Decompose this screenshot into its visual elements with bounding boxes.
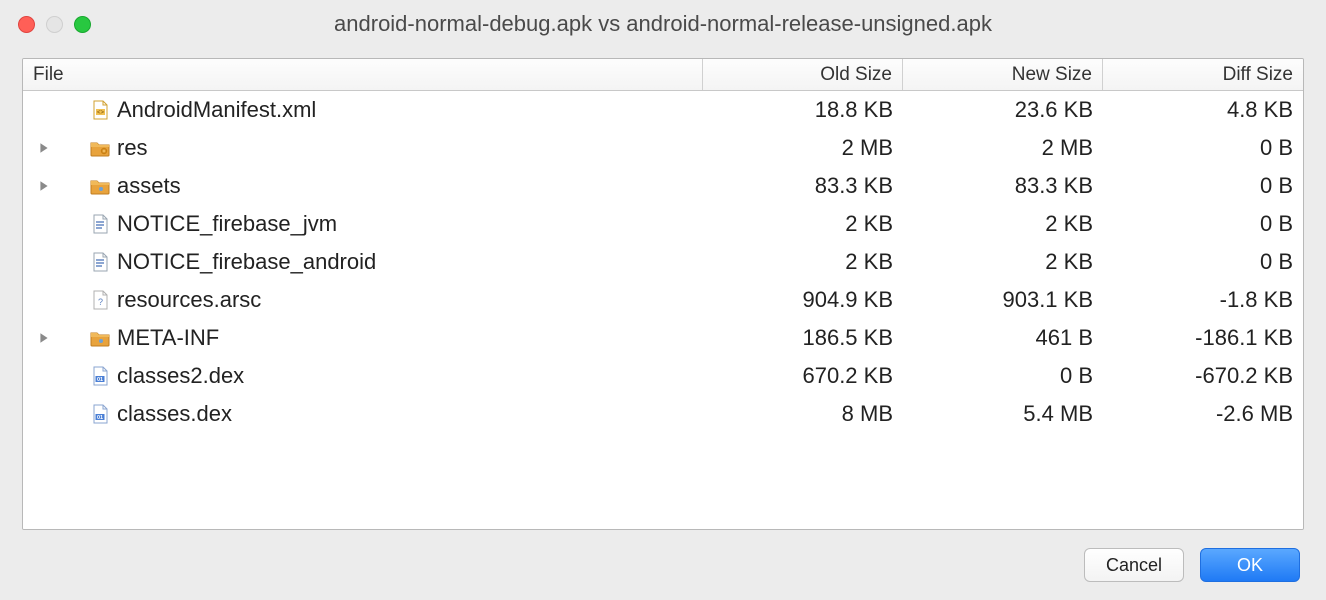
- file-name: AndroidManifest.xml: [117, 97, 316, 123]
- new-size-cell: 83.3 KB: [903, 173, 1103, 199]
- file-name: assets: [117, 173, 181, 199]
- diff-size-cell: 0 B: [1103, 135, 1303, 161]
- cancel-button[interactable]: Cancel: [1084, 548, 1184, 582]
- svg-text:?: ?: [98, 297, 103, 307]
- xml-icon: <>: [89, 99, 111, 121]
- old-size-cell: 2 MB: [703, 135, 903, 161]
- window-controls: [18, 16, 91, 33]
- file-name: classes.dex: [117, 401, 232, 427]
- diff-size-cell: -2.6 MB: [1103, 401, 1303, 427]
- table-row[interactable]: 01 classes.dex 8 MB5.4 MB-2.6 MB: [23, 395, 1303, 433]
- svg-text:01: 01: [97, 377, 103, 383]
- svg-text:01: 01: [97, 415, 103, 421]
- diff-size-cell: -670.2 KB: [1103, 363, 1303, 389]
- table-row[interactable]: NOTICE_firebase_android2 KB2 KB0 B: [23, 243, 1303, 281]
- diff-size-cell: 0 B: [1103, 249, 1303, 275]
- ok-button[interactable]: OK: [1200, 548, 1300, 582]
- old-size-cell: 18.8 KB: [703, 97, 903, 123]
- dialog-buttons: Cancel OK: [0, 530, 1326, 600]
- old-size-cell: 670.2 KB: [703, 363, 903, 389]
- table-header: File Old Size New Size Diff Size: [23, 59, 1303, 91]
- file-name: res: [117, 135, 148, 161]
- diff-size-cell: 0 B: [1103, 173, 1303, 199]
- text-icon: [89, 213, 111, 235]
- file-name: META-INF: [117, 325, 219, 351]
- column-header-old-size[interactable]: Old Size: [703, 59, 903, 90]
- diff-size-cell: 0 B: [1103, 211, 1303, 237]
- close-button[interactable]: [18, 16, 35, 33]
- old-size-cell: 904.9 KB: [703, 287, 903, 313]
- file-name: classes2.dex: [117, 363, 244, 389]
- new-size-cell: 461 B: [903, 325, 1103, 351]
- diff-size-cell: -186.1 KB: [1103, 325, 1303, 351]
- dialog-window: android-normal-debug.apk vs android-norm…: [0, 0, 1326, 600]
- old-size-cell: 186.5 KB: [703, 325, 903, 351]
- file-cell: META-INF: [23, 325, 703, 351]
- table-row[interactable]: res2 MB2 MB0 B: [23, 129, 1303, 167]
- table-row[interactable]: NOTICE_firebase_jvm2 KB2 KB0 B: [23, 205, 1303, 243]
- new-size-cell: 903.1 KB: [903, 287, 1103, 313]
- table-row[interactable]: 01 classes2.dex 670.2 KB0 B-670.2 KB: [23, 357, 1303, 395]
- new-size-cell: 2 MB: [903, 135, 1103, 161]
- folder-icon: [89, 327, 111, 349]
- old-size-cell: 8 MB: [703, 401, 903, 427]
- file-cell: 01 classes2.dex: [23, 363, 703, 389]
- file-name: NOTICE_firebase_android: [117, 249, 376, 275]
- folder-res-icon: [89, 137, 111, 159]
- table-body: <> AndroidManifest.xml 18.8 KB23.6 KB4.8 K…: [23, 91, 1303, 529]
- dex-icon: 01: [89, 403, 111, 425]
- expand-icon[interactable]: [33, 332, 55, 344]
- new-size-cell: 2 KB: [903, 211, 1103, 237]
- table-row[interactable]: <> AndroidManifest.xml 18.8 KB23.6 KB4.8 K…: [23, 91, 1303, 129]
- text-icon: [89, 251, 111, 273]
- column-header-file[interactable]: File: [23, 59, 703, 90]
- file-cell: 01 classes.dex: [23, 401, 703, 427]
- expand-icon[interactable]: [33, 142, 55, 154]
- file-name: resources.arsc: [117, 287, 261, 313]
- file-cell: assets: [23, 173, 703, 199]
- column-header-diff-size[interactable]: Diff Size: [1103, 59, 1303, 90]
- file-cell: ? resources.arsc: [23, 287, 703, 313]
- old-size-cell: 2 KB: [703, 211, 903, 237]
- file-cell: res: [23, 135, 703, 161]
- table-row[interactable]: assets83.3 KB83.3 KB0 B: [23, 167, 1303, 205]
- diff-size-cell: 4.8 KB: [1103, 97, 1303, 123]
- svg-text:<>: <>: [97, 110, 105, 116]
- zoom-button[interactable]: [74, 16, 91, 33]
- table-row[interactable]: META-INF 186.5 KB461 B-186.1 KB: [23, 319, 1303, 357]
- file-name: NOTICE_firebase_jvm: [117, 211, 337, 237]
- new-size-cell: 5.4 MB: [903, 401, 1103, 427]
- new-size-cell: 0 B: [903, 363, 1103, 389]
- table-row[interactable]: ? resources.arsc 904.9 KB903.1 KB-1.8 KB: [23, 281, 1303, 319]
- new-size-cell: 23.6 KB: [903, 97, 1103, 123]
- new-size-cell: 2 KB: [903, 249, 1103, 275]
- minimize-button[interactable]: [46, 16, 63, 33]
- titlebar: android-normal-debug.apk vs android-norm…: [0, 0, 1326, 48]
- file-cell: NOTICE_firebase_jvm: [23, 211, 703, 237]
- table-container: File Old Size New Size Diff Size <> Andro…: [22, 58, 1304, 530]
- dex-icon: 01: [89, 365, 111, 387]
- diff-size-cell: -1.8 KB: [1103, 287, 1303, 313]
- folder-icon: [89, 175, 111, 197]
- old-size-cell: 83.3 KB: [703, 173, 903, 199]
- file-cell: NOTICE_firebase_android: [23, 249, 703, 275]
- expand-icon[interactable]: [33, 180, 55, 192]
- old-size-cell: 2 KB: [703, 249, 903, 275]
- file-cell: <> AndroidManifest.xml: [23, 97, 703, 123]
- column-header-new-size[interactable]: New Size: [903, 59, 1103, 90]
- unknown-icon: ?: [89, 289, 111, 311]
- window-title: android-normal-debug.apk vs android-norm…: [0, 11, 1326, 37]
